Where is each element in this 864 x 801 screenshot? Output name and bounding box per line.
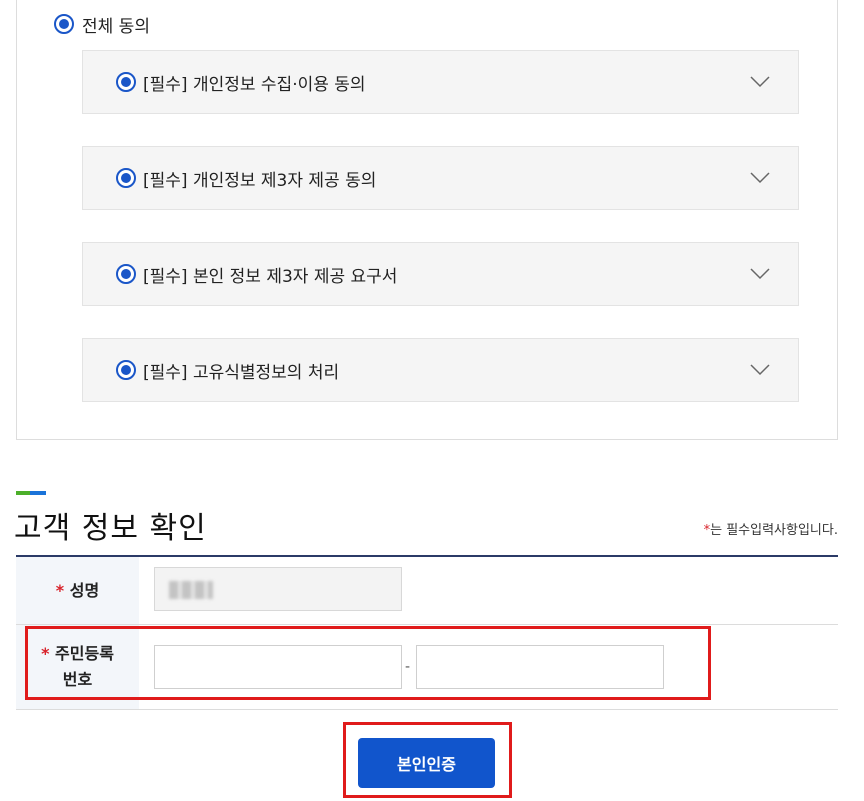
name-label-cell: * 성명	[16, 557, 139, 624]
all-agree-option[interactable]: 전체 동의	[54, 12, 150, 37]
rrn-label-cell: * 주민등록 번호	[16, 625, 139, 709]
consent-item-unique-id[interactable]: [필수] 고유식별정보의 처리	[82, 338, 799, 402]
consent-item-third-party[interactable]: [필수] 개인정보 제3자 제공 동의	[82, 146, 799, 210]
chevron-down-icon[interactable]	[750, 364, 770, 376]
consent-radio[interactable]	[116, 264, 136, 284]
rrn-separator: -	[405, 659, 411, 675]
name-label: 성명	[69, 580, 100, 600]
rrn-label-line2: 번호	[62, 670, 93, 689]
consent-item-label: [필수] 개인정보 수집·이용 동의	[143, 74, 366, 95]
chevron-down-icon[interactable]	[750, 172, 770, 184]
chevron-down-icon[interactable]	[750, 268, 770, 280]
customer-form-table: * 성명 * 주민등록 번호 -	[16, 555, 838, 710]
chevron-down-icon[interactable]	[750, 76, 770, 88]
redacted-name	[169, 581, 213, 599]
required-star: *	[41, 644, 50, 663]
required-star: *	[55, 580, 65, 600]
rrn-row: * 주민등록 번호 -	[16, 625, 838, 710]
rrn-label-line1: 주민등록	[55, 644, 114, 663]
verify-identity-button[interactable]: 본인인증	[358, 738, 495, 788]
consent-item-label: [필수] 개인정보 제3자 제공 동의	[143, 170, 377, 191]
rrn-second-input[interactable]	[416, 645, 664, 689]
consent-radio[interactable]	[116, 72, 136, 92]
required-note-text: 는 필수입력사항입니다.	[710, 523, 838, 538]
all-agree-radio[interactable]	[54, 14, 74, 34]
consent-item-label: [필수] 고유식별정보의 처리	[143, 362, 340, 383]
consent-item-request[interactable]: [필수] 본인 정보 제3자 제공 요구서	[82, 242, 799, 306]
required-note: *는 필수입력사항입니다.	[704, 519, 838, 538]
rrn-first-input[interactable]	[154, 645, 402, 689]
consent-radio[interactable]	[116, 360, 136, 380]
section-accent-bar	[16, 491, 46, 495]
name-row: * 성명	[16, 557, 838, 625]
all-agree-label: 전체 동의	[82, 16, 150, 37]
consent-radio[interactable]	[116, 168, 136, 188]
section-title: 고객 정보 확인	[14, 511, 207, 546]
consent-item-collection[interactable]: [필수] 개인정보 수집·이용 동의	[82, 50, 799, 114]
name-field	[154, 567, 402, 611]
consent-item-label: [필수] 본인 정보 제3자 제공 요구서	[143, 266, 398, 287]
